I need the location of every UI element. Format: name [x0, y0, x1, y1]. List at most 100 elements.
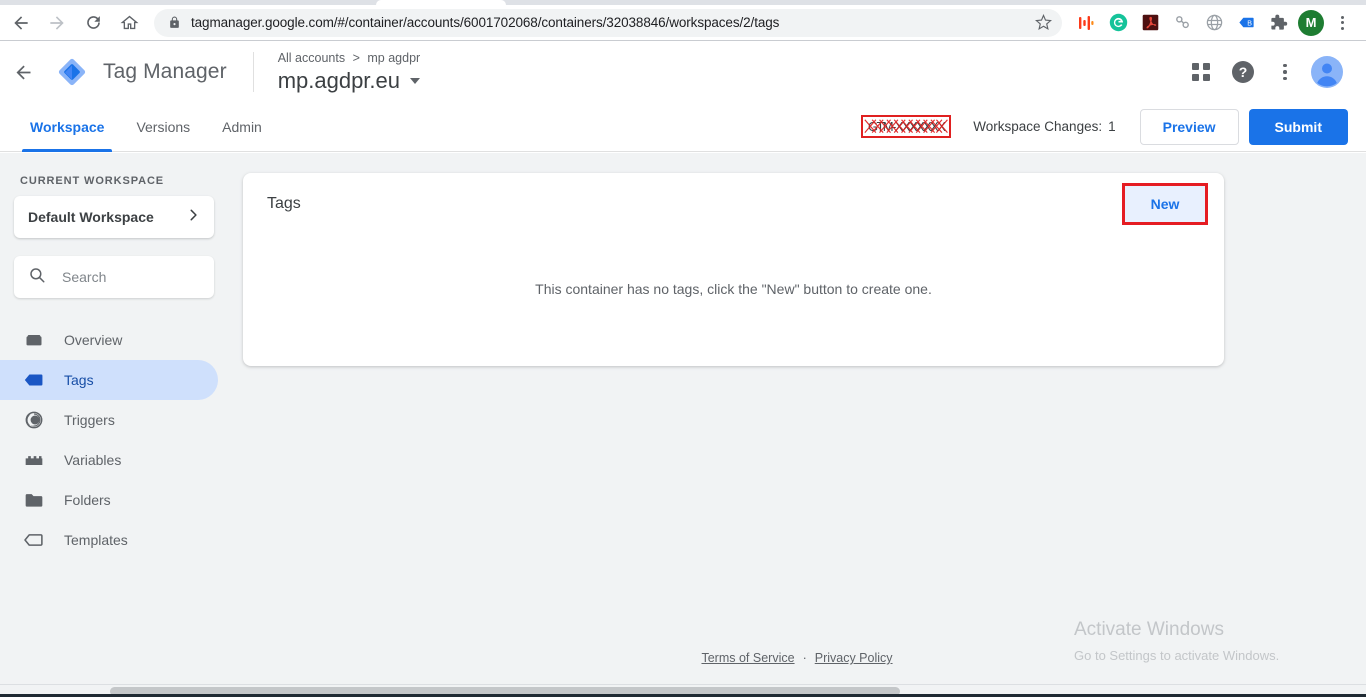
tab-workspace[interactable]: Workspace: [14, 102, 120, 152]
sidebar-item-variables[interactable]: Variables: [0, 440, 218, 480]
template-tag-icon: [22, 531, 46, 549]
url-omnibox[interactable]: tagmanager.google.com/#/container/accoun…: [154, 8, 1062, 37]
variables-icon: [22, 452, 46, 468]
workspace-changes-label: Workspace Changes:: [973, 119, 1103, 134]
extension-globe-icon[interactable]: [1200, 9, 1228, 37]
preview-button-label: Preview: [1162, 118, 1216, 135]
screenshot-root: tagmanager.google.com/#/container/accoun…: [0, 0, 1366, 697]
browser-menu-icon[interactable]: [1328, 9, 1356, 37]
container-id-highlight-box: GTM-XXXXXXX: [860, 115, 952, 138]
tab-versions[interactable]: Versions: [120, 102, 206, 152]
extension-grammarly-icon[interactable]: [1104, 9, 1132, 37]
svg-text:B: B: [1247, 20, 1252, 28]
tab-versions-label: Versions: [136, 118, 191, 135]
container-context: All accounts > mp agdpr mp.agdpr.eu: [278, 50, 421, 95]
terms-of-service-link[interactable]: Terms of Service: [701, 651, 794, 665]
sidebar-item-overview-label: Overview: [64, 332, 123, 348]
sidebar-item-templates[interactable]: Templates: [0, 520, 218, 560]
sidebar-section-label: CURRENT WORKSPACE: [20, 175, 165, 187]
extension-tag-assistant-icon[interactable]: B: [1232, 9, 1260, 37]
tags-card-header: Tags New: [243, 173, 1224, 235]
sidebar-item-folders[interactable]: Folders: [0, 480, 218, 520]
workspace-changes: Workspace Changes: 1: [973, 119, 1115, 134]
container-name-text: mp.agdpr.eu: [277, 67, 400, 93]
trigger-circle-icon: [22, 410, 46, 430]
browser-toolbar: tagmanager.google.com/#/container/accoun…: [0, 5, 1366, 41]
user-avatar-icon[interactable]: [1306, 51, 1348, 93]
bookmark-star-icon[interactable]: [1035, 14, 1052, 31]
main-content: Tags New This container has no tags, cli…: [228, 153, 1366, 684]
workspace-name: Default Workspace: [28, 209, 154, 225]
tag-icon: [22, 371, 46, 389]
sidebar-item-tags-label: Tags: [64, 372, 94, 388]
lock-icon: [168, 15, 181, 30]
extension-hotjar-icon[interactable]: [1072, 9, 1100, 37]
sidebar-item-variables-label: Variables: [64, 452, 122, 468]
breadcrumb: All accounts > mp agdpr: [278, 50, 421, 66]
submit-button[interactable]: Submit: [1248, 108, 1348, 145]
chevron-down-icon: [410, 77, 420, 84]
header-actions: ?: [1180, 51, 1366, 93]
apps-grid-icon[interactable]: [1180, 51, 1222, 93]
extension-chain-icon[interactable]: [1168, 9, 1196, 37]
search-input[interactable]: [62, 269, 243, 285]
url-text: tagmanager.google.com/#/container/accoun…: [191, 15, 780, 30]
new-button-highlight-box: New: [1122, 183, 1208, 225]
container-selector[interactable]: mp.agdpr.eu: [278, 67, 421, 95]
gtm-body: CURRENT WORKSPACE Default Workspace Sear…: [0, 153, 1366, 684]
privacy-policy-link[interactable]: Privacy Policy: [815, 651, 893, 665]
gtm-brand[interactable]: Tag Manager: [55, 55, 227, 89]
folder-icon: [22, 491, 46, 509]
back-arrow-icon[interactable]: [6, 8, 36, 38]
search-box[interactable]: [14, 256, 243, 298]
sidebar-item-triggers[interactable]: Triggers: [0, 400, 218, 440]
header-divider: [252, 52, 254, 92]
product-name: Tag Manager: [103, 60, 227, 83]
forward-arrow-icon: [42, 8, 72, 38]
empty-state-message: This container has no tags, click the "N…: [535, 281, 932, 297]
breadcrumb-separator: >: [352, 50, 360, 65]
sidebar-item-triggers-label: Triggers: [64, 412, 115, 428]
sidebar-nav-list: Overview Tags Triggers Variables Folders…: [0, 320, 228, 560]
preview-button[interactable]: Preview: [1139, 108, 1239, 145]
new-button-wrap: New: [1122, 183, 1208, 225]
extension-puzzle-icon[interactable]: [1264, 9, 1292, 37]
tab-admin-label: Admin: [222, 118, 262, 135]
watermark-title: Activate Windows: [1074, 619, 1224, 640]
chevron-right-icon: [186, 208, 200, 227]
home-icon[interactable]: [114, 8, 144, 38]
browser-extension-tray: B M: [1070, 9, 1366, 37]
search-icon: [28, 266, 46, 289]
sidebar: CURRENT WORKSPACE Default Workspace Sear…: [0, 153, 243, 684]
footer-separator: ·: [802, 651, 807, 665]
workspace-changes-count: 1: [1108, 119, 1116, 134]
navbar-tabs: Workspace Versions Admin: [0, 102, 278, 152]
more-vert-icon[interactable]: [1264, 51, 1306, 93]
new-tag-button[interactable]: New: [1125, 186, 1205, 222]
submit-button-label: Submit: [1274, 118, 1322, 135]
page-title: Tags: [267, 195, 301, 212]
tag-manager-logo-icon: [55, 55, 89, 89]
reload-icon[interactable]: [78, 8, 108, 38]
help-circle-icon[interactable]: ?: [1222, 51, 1264, 93]
tab-admin[interactable]: Admin: [206, 102, 278, 152]
browser-profile-avatar[interactable]: M: [1298, 9, 1324, 36]
navbar-right: GTM-XXXXXXX Workspace Changes: 1 Preview …: [860, 108, 1366, 145]
tab-workspace-label: Workspace: [30, 118, 105, 135]
new-tag-button-label: New: [1150, 196, 1180, 212]
gtm-back-icon[interactable]: [3, 52, 43, 92]
watermark-subtitle: Go to Settings to activate Windows.: [1074, 647, 1280, 663]
overview-box-icon: [22, 330, 46, 350]
sidebar-item-folders-label: Folders: [64, 492, 111, 508]
sidebar-item-tags[interactable]: Tags: [0, 360, 218, 400]
extension-adobe-acrobat-icon[interactable]: [1136, 9, 1164, 37]
container-id-text[interactable]: GTM-XXXXXXX: [865, 118, 947, 135]
svg-text:?: ?: [1239, 64, 1248, 80]
gtm-navbar: Workspace Versions Admin GTM-XXXXXXX Wor…: [0, 102, 1366, 152]
sidebar-item-overview[interactable]: Overview: [0, 320, 218, 360]
activate-windows-watermark: Activate Windows Go to Settings to activ…: [1074, 617, 1279, 664]
breadcrumb-all-accounts[interactable]: All accounts: [278, 51, 345, 65]
breadcrumb-account[interactable]: mp agdpr: [367, 51, 420, 65]
workspace-selector[interactable]: Default Workspace: [14, 196, 214, 238]
tags-card: Tags New This container has no tags, cli…: [243, 173, 1224, 366]
